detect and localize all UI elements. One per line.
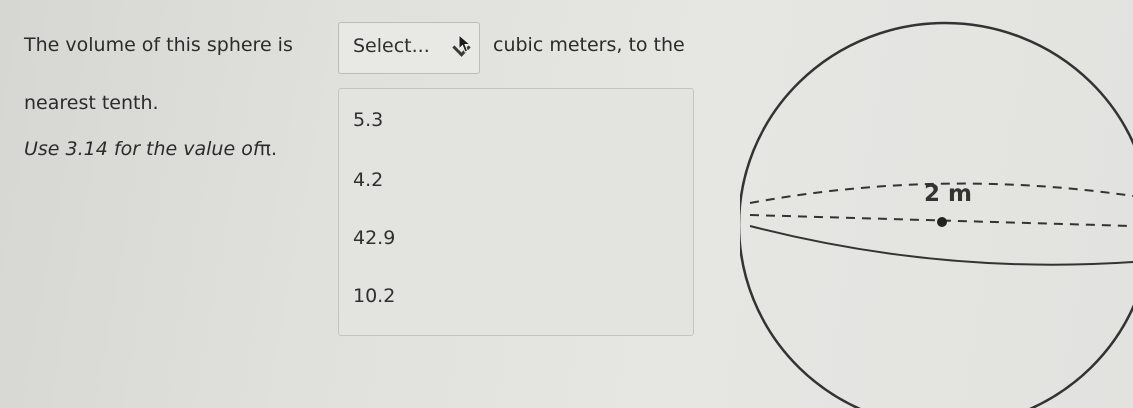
dropdown-menu: 5.3 4.2 42.9 10.2 xyxy=(338,88,694,336)
dropdown-option[interactable]: 4.2 xyxy=(353,169,383,191)
pi-hint: Use 3.14 for the value ofπ. xyxy=(24,138,277,160)
dropdown-option[interactable]: 42.9 xyxy=(353,227,395,249)
dropdown-option[interactable]: 10.2 xyxy=(353,285,395,307)
pi-hint-text: Use 3.14 for the value of xyxy=(24,138,260,160)
select-placeholder: Select... xyxy=(353,35,430,57)
question-line-2: nearest tenth. xyxy=(24,92,159,114)
cursor-icon xyxy=(458,34,472,53)
pi-symbol: π. xyxy=(259,138,277,160)
center-point xyxy=(937,217,947,227)
question-suffix: cubic meters, to the xyxy=(493,34,685,56)
radius-label: 2 m xyxy=(924,181,972,207)
dropdown-option[interactable]: 5.3 xyxy=(353,109,383,131)
equator-front xyxy=(749,225,1133,266)
question-prefix: The volume of this sphere is xyxy=(24,34,293,56)
